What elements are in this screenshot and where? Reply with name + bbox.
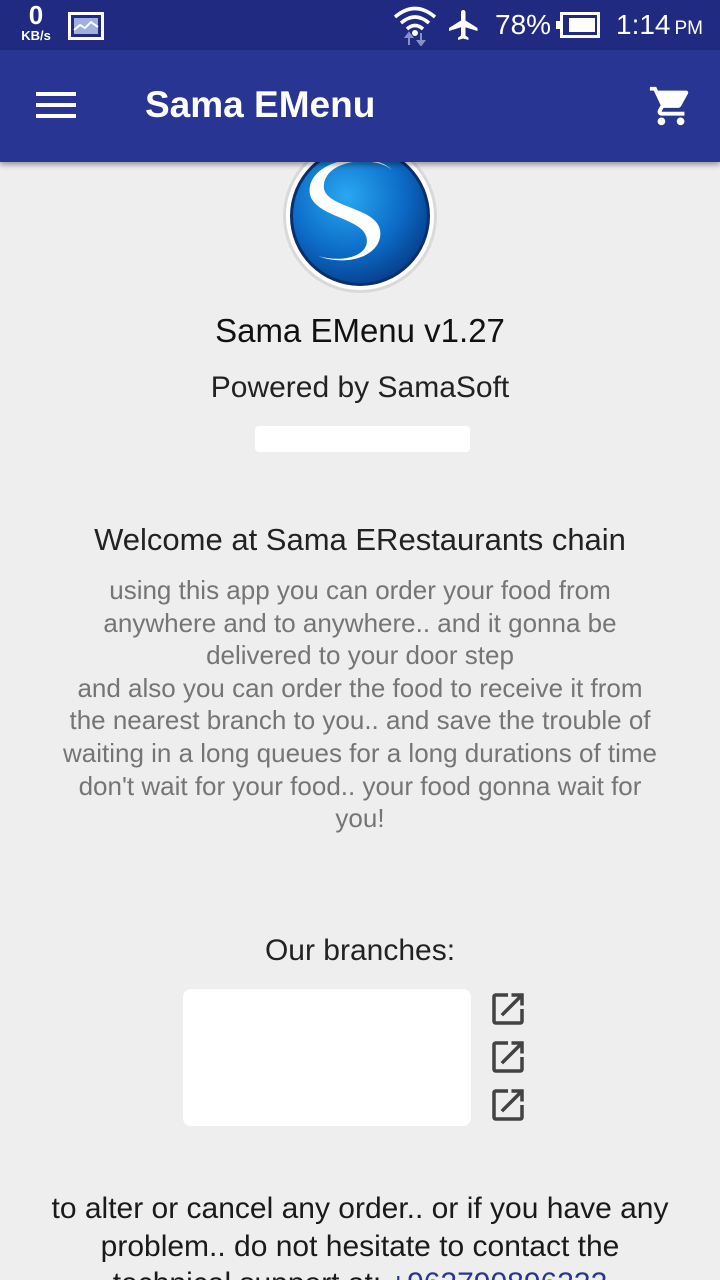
shopping-cart-icon[interactable] <box>648 83 694 134</box>
about-content: Sama EMenu v1.27 Powered by SamaSoft Wel… <box>0 162 720 1280</box>
support-phone-link[interactable]: +962790896332 <box>390 1267 608 1280</box>
app-version: Sama EMenu v1.27 <box>215 312 505 349</box>
app-title: Sama EMenu <box>145 84 376 125</box>
welcome-line: and also you can order the food to recei… <box>62 672 658 768</box>
samasoft-logo-icon <box>283 162 437 293</box>
open-in-new-icon[interactable] <box>487 1036 529 1083</box>
welcome-line: using this app you can order your food f… <box>103 575 617 671</box>
powered-by: Powered by SamaSoft <box>210 371 510 404</box>
open-in-new-icon[interactable] <box>487 988 529 1035</box>
status-bar: 0 KB/s 78% 1:14 PM <box>0 0 720 50</box>
gallery-notification-icon <box>68 12 104 45</box>
phone-number-redacted[interactable] <box>255 426 470 452</box>
open-in-new-icon[interactable] <box>487 1084 529 1131</box>
support-text: to alter or cancel any order.. or if you… <box>40 1190 680 1280</box>
welcome-title: Welcome at Sama ERestaurants chain <box>94 522 626 557</box>
branches-redacted <box>183 989 471 1126</box>
screen: 0 KB/s 78% 1:14 PM Sama EMenu Sama EMenu… <box>0 0 720 1280</box>
network-speed-unit: KB/s <box>21 28 51 43</box>
clock-time: 1:14 <box>616 9 671 40</box>
welcome-description: using this app you can order your food f… <box>60 574 660 835</box>
clock-ampm: PM <box>674 18 704 39</box>
battery-icon <box>555 12 601 43</box>
clock: 1:14 PM <box>616 9 703 41</box>
hamburger-menu-icon[interactable] <box>36 92 76 123</box>
network-speed-value: 0 <box>28 0 44 30</box>
branches-title: Our branches: <box>264 934 456 967</box>
network-speed: 0 KB/s <box>14 2 58 42</box>
welcome-line: don't wait for your food.. your food gon… <box>78 770 642 834</box>
airplane-mode-icon <box>446 7 482 48</box>
app-bar: Sama EMenu <box>0 50 720 162</box>
battery-percent: 78% <box>495 9 552 40</box>
wifi-icon <box>392 4 438 51</box>
